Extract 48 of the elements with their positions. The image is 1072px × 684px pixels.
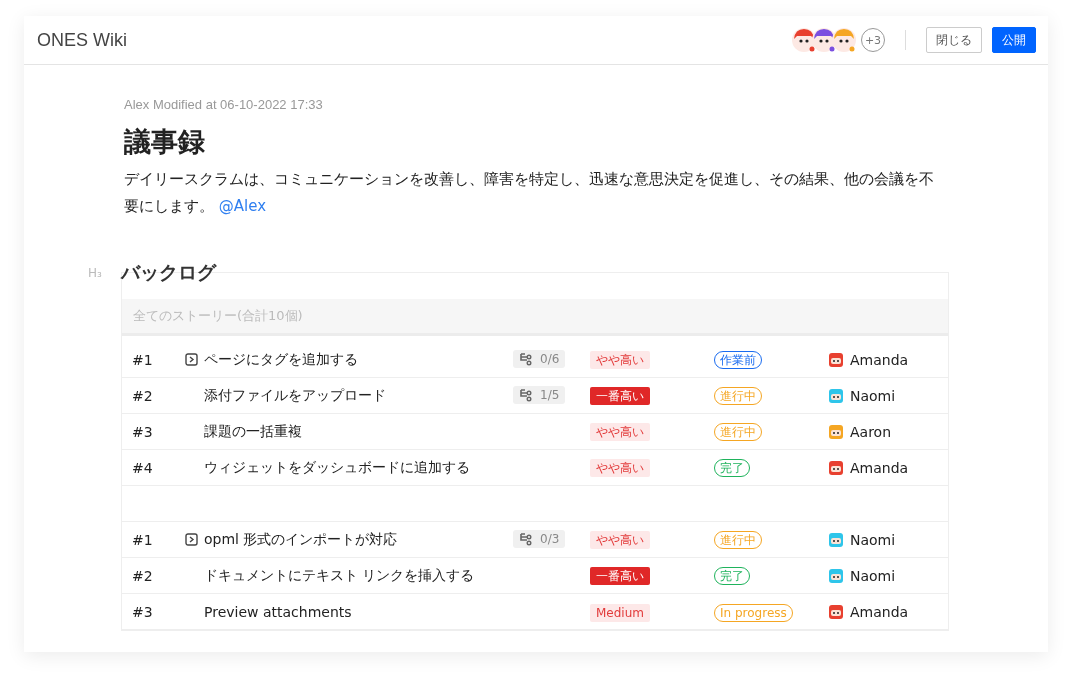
- priority-tag: 一番高い: [590, 566, 650, 585]
- story-number: #2: [131, 387, 154, 404]
- avatar-icon[interactable]: [791, 27, 817, 53]
- app-title: ONES Wiki: [37, 29, 127, 51]
- assignee-name: Naomi: [850, 567, 896, 584]
- assignee-name: Amanda: [850, 459, 909, 476]
- story-number: #3: [131, 423, 154, 440]
- story-number: #2: [131, 567, 154, 584]
- story-title[interactable]: 課題の一括重複: [204, 422, 302, 441]
- priority-tag: やや高い: [590, 530, 650, 549]
- subtask-count: 0/6: [513, 350, 566, 369]
- close-button[interactable]: 閉じる: [926, 27, 982, 53]
- assignee-name: Aaron: [850, 423, 892, 440]
- priority-tag: 一番高い: [590, 386, 650, 405]
- subtask-count: 1/5: [513, 386, 566, 405]
- priority-tag: やや高い: [590, 458, 650, 477]
- subtask-icon: [519, 532, 532, 546]
- story-title[interactable]: opml 形式のインポートが対応: [204, 530, 398, 549]
- publish-button[interactable]: 公開: [992, 27, 1036, 53]
- assignee-name: Amanda: [850, 603, 909, 620]
- story-title[interactable]: ページにタグを追加する: [204, 350, 358, 369]
- avatar-icon[interactable]: [831, 27, 857, 53]
- assignee-name: Naomi: [850, 387, 896, 404]
- priority-tag: Medium: [590, 603, 650, 622]
- avatar-icon[interactable]: [811, 27, 837, 53]
- subtask-count: 0/3: [513, 530, 566, 549]
- story-number: #1: [131, 531, 154, 548]
- paragraph: デイリースクラムは、コミュニケーションを改善し、障害を特定し、迅速な意思決定を促進し、その結果、他の会議を不要にします。 @Alex: [124, 169, 935, 217]
- story-title[interactable]: ドキュメントにテキスト リンクを挿入する: [204, 566, 475, 585]
- mention-link[interactable]: @Alex: [218, 197, 267, 215]
- subtask-icon: [519, 352, 532, 366]
- section-heading: バックログ: [121, 260, 216, 285]
- heading-level-icon: H₃: [88, 266, 121, 280]
- page-title: 議事録: [124, 125, 206, 159]
- story-title[interactable]: ウィジェットをダッシュボードに追加する: [204, 458, 470, 477]
- expand-icon[interactable]: [185, 533, 198, 546]
- modified-info: Alex Modified at 06-10-2022 17:33: [124, 97, 324, 112]
- priority-tag: やや高い: [590, 350, 650, 369]
- story-number: #4: [131, 459, 154, 476]
- subtask-icon: [519, 388, 532, 402]
- story-number: #1: [131, 351, 154, 368]
- story-title[interactable]: 添付ファイルをアップロード: [204, 386, 386, 405]
- expand-icon[interactable]: [185, 353, 198, 366]
- assignee-name: Naomi: [850, 531, 896, 548]
- assignee-name: Amanda: [850, 351, 909, 368]
- story-number: #3: [131, 603, 154, 620]
- priority-tag: やや高い: [590, 422, 650, 441]
- story-title[interactable]: Preview attachments: [204, 603, 352, 620]
